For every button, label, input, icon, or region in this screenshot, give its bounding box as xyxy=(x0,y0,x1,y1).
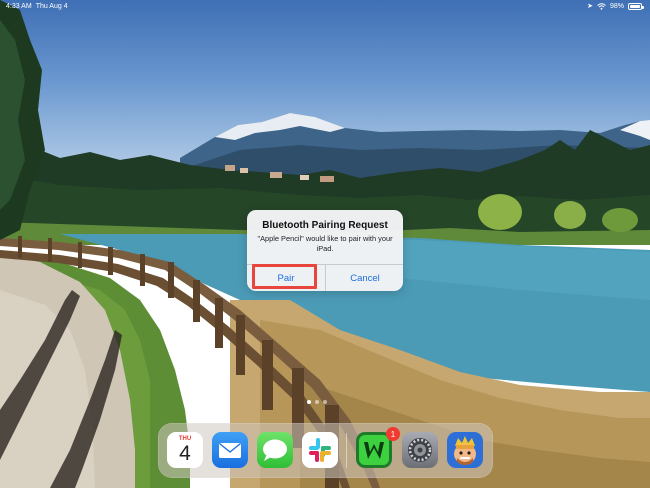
wifi-icon xyxy=(597,2,606,10)
status-time: 4:33 AM xyxy=(6,3,32,10)
battery-icon xyxy=(628,2,644,10)
pair-button-highlight xyxy=(252,264,317,289)
status-date: Thu Aug 4 xyxy=(35,3,68,10)
status-left: 4:33 AM Thu Aug 4 xyxy=(6,3,68,10)
page-dot xyxy=(307,400,311,404)
calendar-day: 4 xyxy=(179,442,191,465)
dock-separator xyxy=(346,433,347,468)
notification-badge: 1 xyxy=(386,427,400,441)
calendar-icon[interactable]: THU 4 xyxy=(167,432,203,468)
clash-royale-icon[interactable] xyxy=(447,432,483,468)
alert-title: Bluetooth Pairing Request xyxy=(262,220,388,231)
slack-icon[interactable] xyxy=(302,432,338,468)
page-indicator[interactable] xyxy=(307,400,327,404)
status-right: ➤ 98% xyxy=(587,2,644,10)
battery-percent: 98% xyxy=(609,2,624,10)
status-bar: 4:33 AM Thu Aug 4 ➤ 98% xyxy=(0,0,650,14)
ipad-home-screen: 4:33 AM Thu Aug 4 ➤ 98% Bluetooth Pairin… xyxy=(0,0,650,488)
cancel-button[interactable]: Cancel xyxy=(326,265,403,291)
page-dot xyxy=(323,400,327,404)
location-icon: ➤ xyxy=(587,3,593,10)
messages-icon[interactable] xyxy=(257,432,293,468)
dock: THU 4 xyxy=(158,423,493,478)
mail-icon[interactable] xyxy=(212,432,248,468)
settings-icon[interactable] xyxy=(402,432,438,468)
page-dot xyxy=(315,400,319,404)
alert-message: "Apple Pencil" would like to pair with y… xyxy=(257,234,393,253)
